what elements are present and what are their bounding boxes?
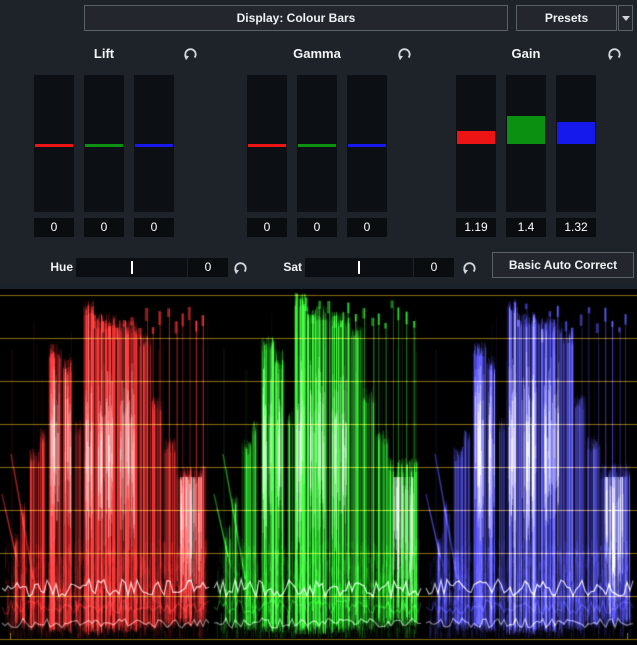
gain-green-value[interactable]: 1.4 [506,218,546,237]
lift-reset-icon[interactable] [182,45,199,62]
hue-label: Hue [36,258,73,277]
hue-slider-handle[interactable] [131,261,133,274]
hue-value[interactable]: 0 [188,258,228,277]
gamma-blue-slider[interactable] [347,75,387,212]
chevron-down-icon [622,16,630,21]
lift-heading: Lift [34,46,174,61]
waveform-canvas [0,289,637,645]
gamma-reset-icon[interactable] [396,45,413,62]
gamma-red-value[interactable]: 0 [247,218,287,237]
hue-slider[interactable] [76,258,187,277]
rgb-parade-waveform-scope [0,285,637,645]
sat-slider-handle[interactable] [358,261,360,274]
colour-correction-panel: Display: Colour Bars Presets Lift Gamma … [0,0,637,645]
sat-label: Sat [272,258,302,277]
gain-red-slider[interactable] [456,75,496,212]
gamma-blue-value[interactable]: 0 [347,218,387,237]
sat-reset-icon[interactable] [461,259,478,276]
gain-red-value[interactable]: 1.19 [456,218,496,237]
gain-blue-slider[interactable] [556,75,596,212]
lift-red-value[interactable]: 0 [34,218,74,237]
presets-button[interactable]: Presets [516,5,617,31]
gain-green-slider[interactable] [506,75,546,212]
hue-reset-icon[interactable] [232,259,249,276]
display-mode-button[interactable]: Display: Colour Bars [84,5,508,31]
gamma-green-value[interactable]: 0 [297,218,337,237]
gamma-heading: Gamma [247,46,387,61]
gain-blue-value[interactable]: 1.32 [556,218,596,237]
lift-red-slider[interactable] [34,75,74,212]
lift-blue-slider[interactable] [134,75,174,212]
lift-blue-value[interactable]: 0 [134,218,174,237]
gain-heading: Gain [456,46,596,61]
lift-green-value[interactable]: 0 [84,218,124,237]
sat-value[interactable]: 0 [414,258,454,277]
gamma-red-slider[interactable] [247,75,287,212]
presets-dropdown-button[interactable] [618,5,633,31]
gain-reset-icon[interactable] [606,45,623,62]
gamma-green-slider[interactable] [297,75,337,212]
sat-slider[interactable] [305,258,413,277]
basic-auto-correct-button[interactable]: Basic Auto Correct [492,252,634,278]
lift-green-slider[interactable] [84,75,124,212]
